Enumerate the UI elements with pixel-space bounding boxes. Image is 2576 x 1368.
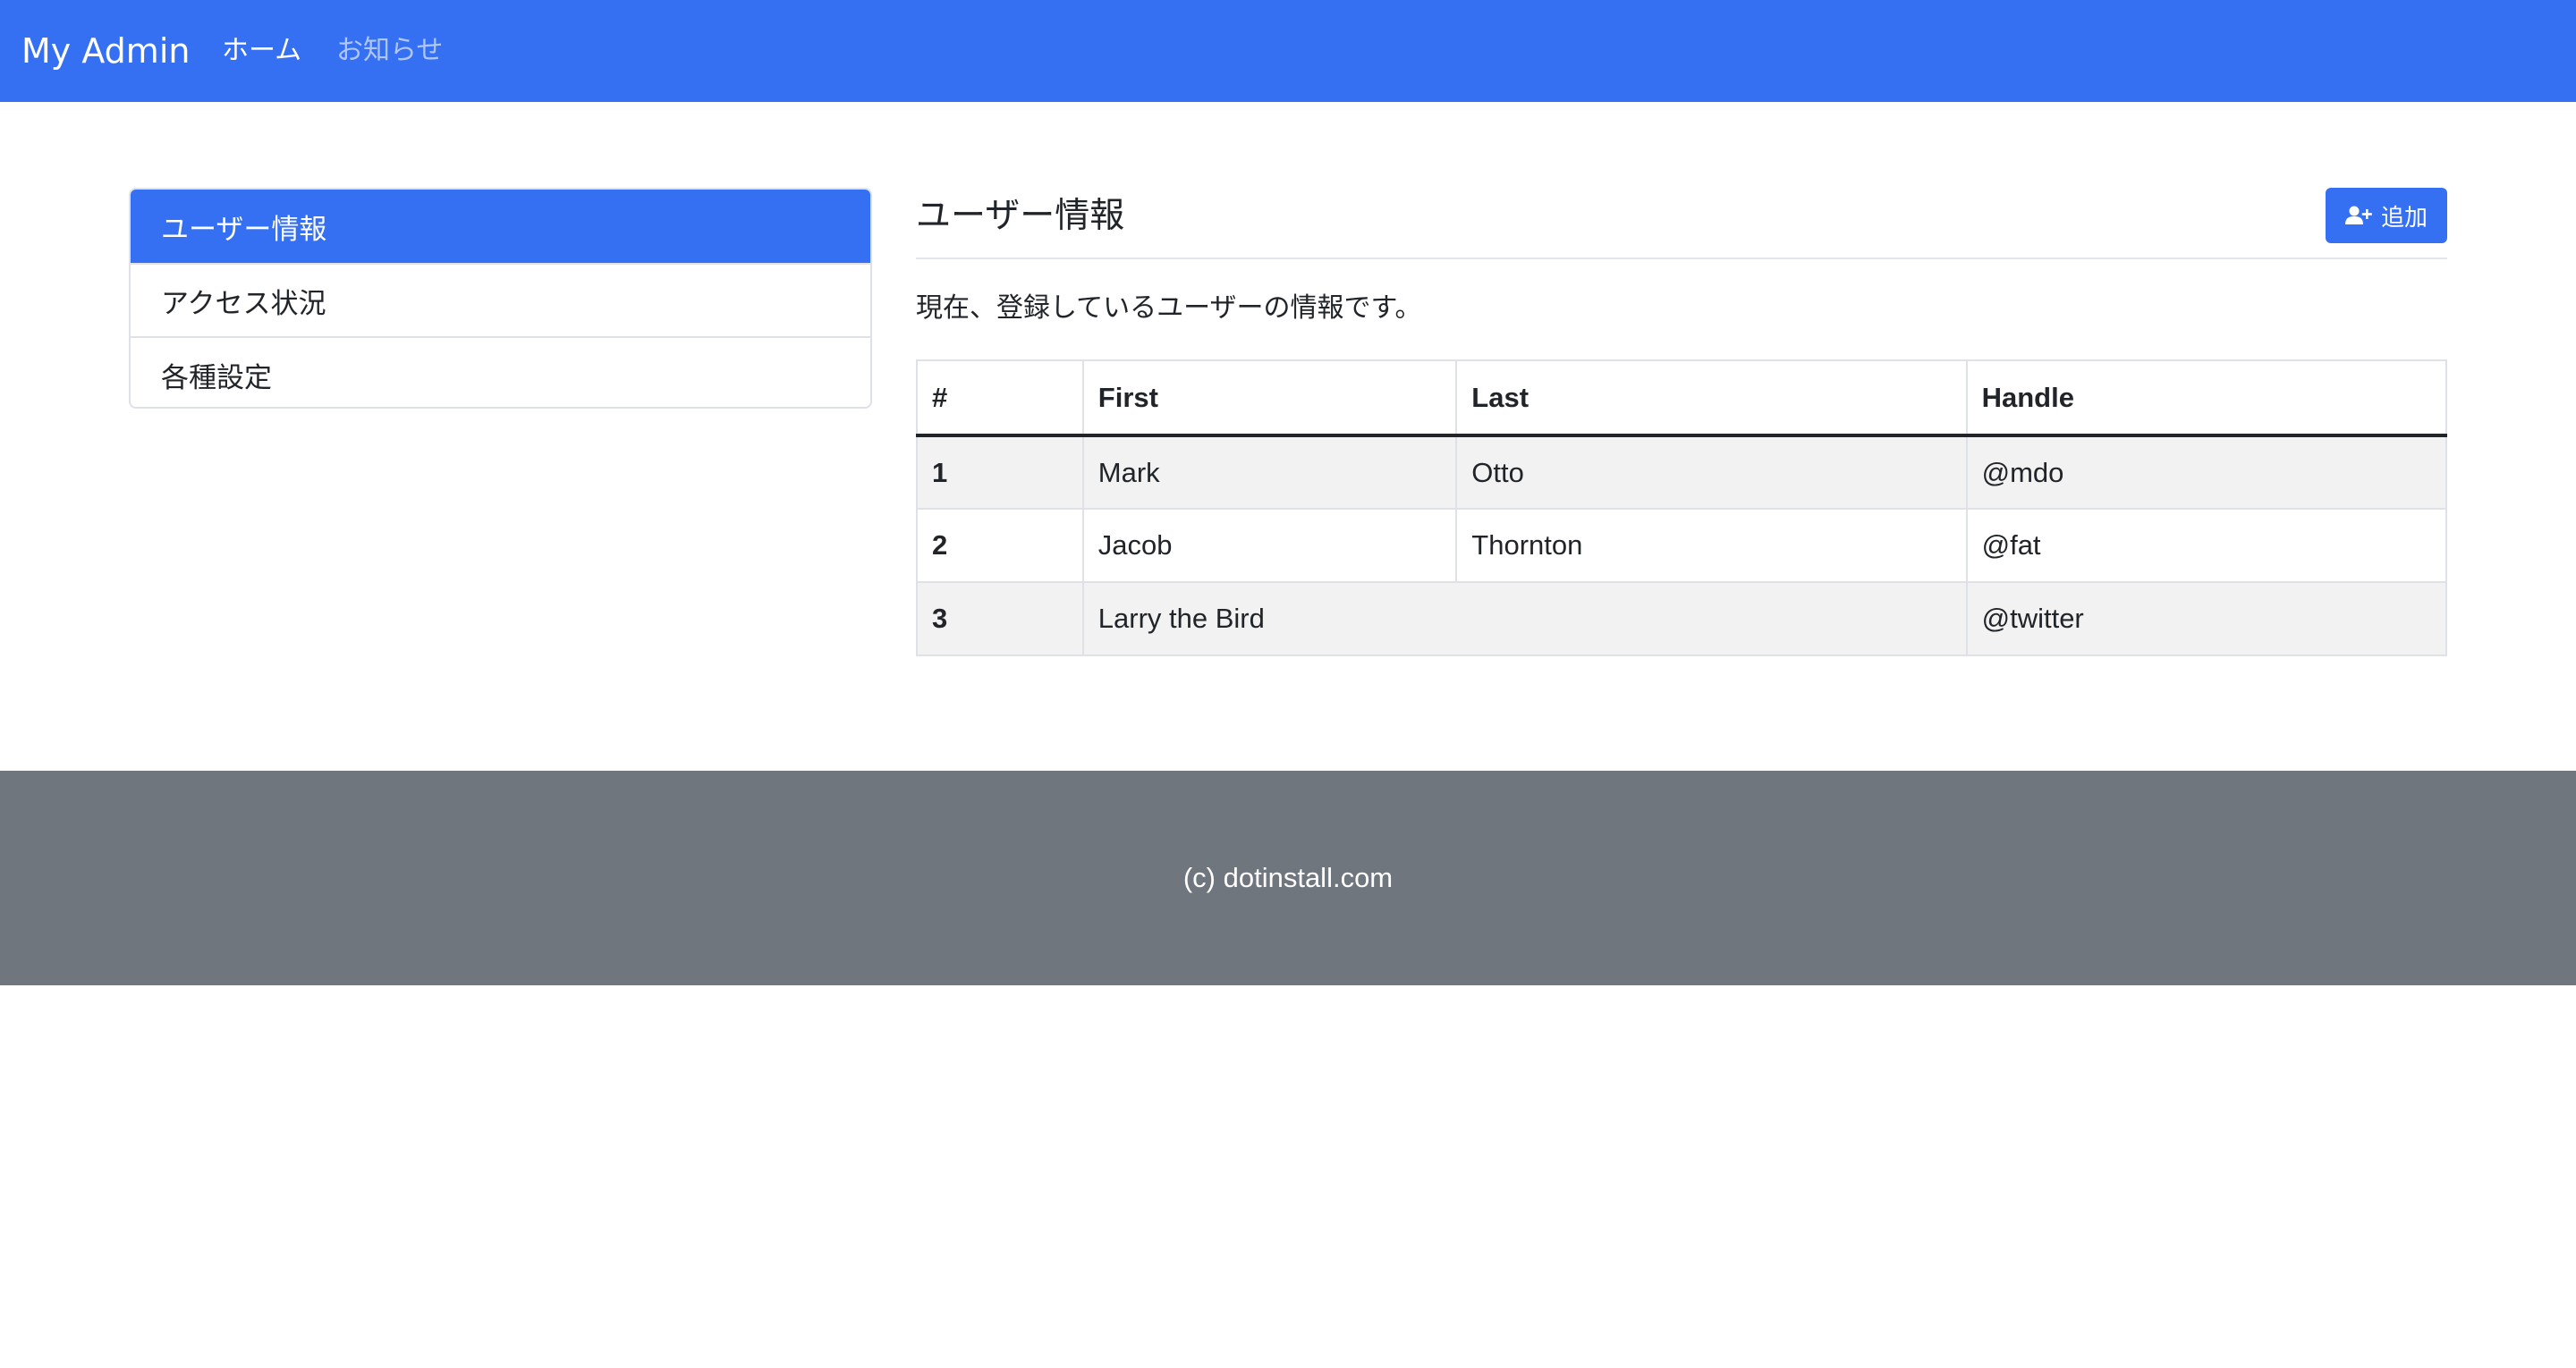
row-last: Thornton	[1455, 508, 1968, 583]
title-divider	[916, 258, 2447, 259]
sidebar-item-user-info[interactable]: ユーザー情報	[131, 190, 870, 265]
table-header-row: # First Last Handle	[916, 359, 2448, 437]
row-id: 1	[916, 435, 1084, 510]
add-button-label: 追加	[2380, 204, 2428, 232]
footer-copyright: (c) dotinstall.com	[1182, 862, 1394, 893]
page-title: ユーザー情報	[916, 196, 1125, 236]
sidebar-list-group: ユーザー情報 アクセス状況 各種設定	[129, 188, 872, 409]
add-user-button[interactable]: 追加	[2326, 188, 2447, 243]
sidebar-item-access-status[interactable]: アクセス状況	[131, 265, 870, 338]
nav-link-news[interactable]: お知らせ	[336, 32, 443, 70]
row-id: 3	[916, 581, 1084, 656]
row-id: 2	[916, 508, 1084, 583]
row-first: Jacob	[1081, 508, 1458, 583]
column-header-last: Last	[1455, 359, 1968, 437]
page-description: 現在、登録しているユーザーの情報です。	[916, 292, 1422, 324]
user-table: # First Last Handle 1 Mark Otto @mdo 2 J…	[916, 359, 2448, 656]
nav-link-home[interactable]: ホーム	[222, 32, 301, 70]
row-handle: @fat	[1965, 508, 2448, 583]
table-row: 1 Mark Otto @mdo	[916, 435, 2448, 510]
row-first: Mark	[1081, 435, 1458, 510]
row-handle: @mdo	[1965, 435, 2448, 510]
table-row: 3 Larry the Bird @twitter	[916, 581, 2448, 656]
column-header-number: #	[916, 359, 1084, 437]
sidebar-item-settings[interactable]: 各種設定	[131, 338, 870, 407]
table-row: 2 Jacob Thornton @fat	[916, 508, 2448, 583]
row-first-last: Larry the Bird	[1081, 581, 1968, 656]
navbar: My Admin ホーム お知らせ	[0, 0, 2576, 102]
brand-logo[interactable]: My Admin	[21, 29, 190, 73]
row-handle: @twitter	[1965, 581, 2448, 656]
footer: (c) dotinstall.com	[0, 771, 2576, 985]
person-plus-icon	[2344, 205, 2372, 226]
column-header-first: First	[1081, 359, 1458, 437]
row-last: Otto	[1455, 435, 1968, 510]
column-header-handle: Handle	[1965, 359, 2448, 437]
